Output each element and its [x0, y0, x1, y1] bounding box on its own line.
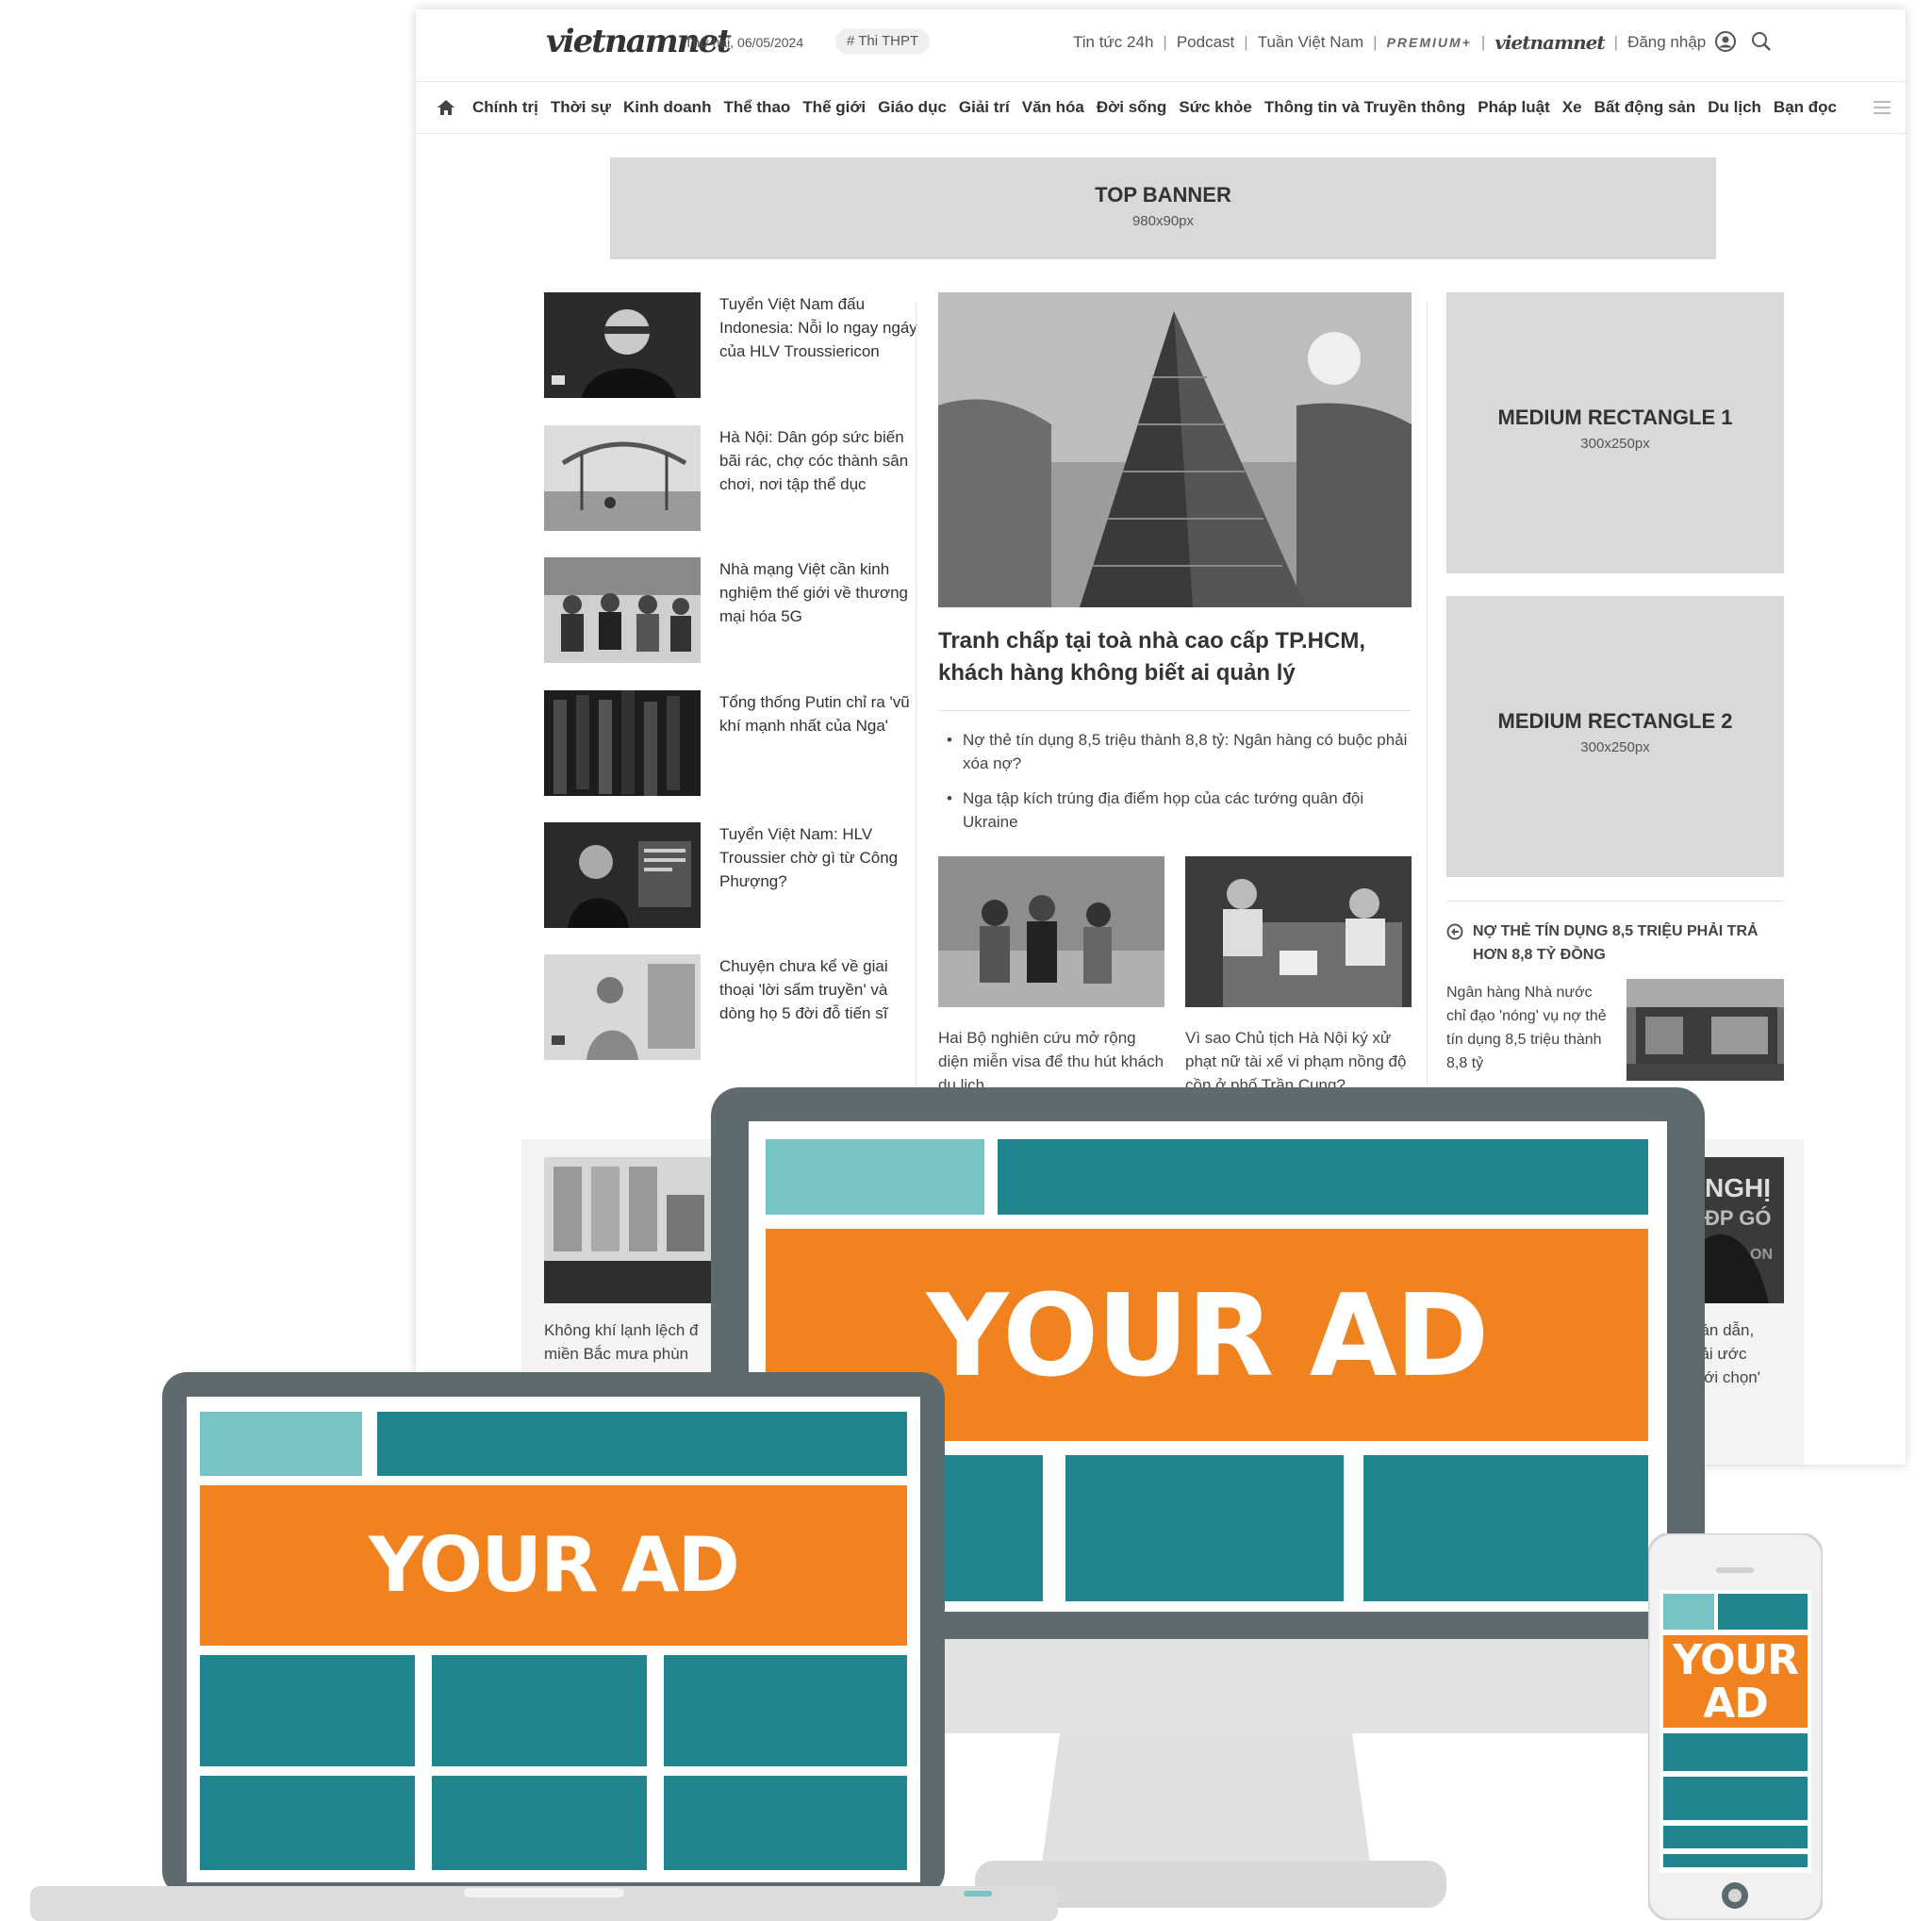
strip-image[interactable]: NGHỊ ĐP GÓ ON — [1693, 1157, 1784, 1303]
thumbnail-image — [544, 292, 701, 398]
nav-item[interactable]: Bạn đọc — [1774, 98, 1837, 117]
separator: | — [1373, 33, 1378, 51]
feature-image[interactable] — [938, 292, 1412, 607]
list-item-title: Chuyện chưa kể về giai thoại 'lời sấm tr… — [719, 957, 888, 1022]
list-item-title: Tổng thống Putin chỉ ra 'vũ khí mạnh nhấ… — [719, 693, 910, 735]
smartphone: YOUR AD — [1648, 1533, 1823, 1920]
nav-item[interactable]: Thế giới — [802, 98, 866, 117]
nav-item[interactable]: Giáo dục — [878, 98, 947, 117]
user-icon[interactable] — [1714, 30, 1737, 53]
medium-rectangle-2-placeholder: MEDIUM RECTANGLE 2 300x250px — [1446, 596, 1784, 877]
strip-title-line: giới chọn' — [1692, 1368, 1760, 1386]
nav-item[interactable]: Sức khỏe — [1179, 98, 1252, 117]
divider — [1446, 901, 1784, 902]
sub-article-title[interactable]: Hai Bộ nghiên cứu mở rộng diện miễn visa… — [938, 1026, 1164, 1088]
link-global-logo[interactable]: vietnamnet — [1494, 31, 1605, 54]
strip-image-text: ON — [1750, 1247, 1773, 1263]
medium-rectangle-1-placeholder: MEDIUM RECTANGLE 1 300x250px — [1446, 292, 1784, 573]
top-banner-placeholder: TOP BANNER 980x90px — [610, 157, 1716, 259]
link-podcast[interactable]: Podcast — [1177, 33, 1234, 52]
link-login[interactable]: Đăng nhập — [1627, 33, 1706, 52]
nav-item[interactable]: Kinh doanh — [623, 98, 711, 117]
thumbnail-image — [544, 425, 701, 531]
separator: | — [1613, 33, 1619, 51]
nav-item[interactable]: Du lịch — [1708, 98, 1761, 117]
nav-item[interactable]: Văn hóa — [1022, 98, 1084, 117]
strip-image-text: NGHỊ — [1705, 1173, 1771, 1202]
header-links: Tin tức 24h | Podcast | Tuần Việt Nam | … — [1073, 30, 1706, 55]
thumbnail-image — [544, 954, 701, 1060]
nav-item[interactable]: Giải trí — [959, 98, 1010, 117]
phone-ad-line: YOUR — [1672, 1636, 1799, 1684]
list-item-title: Nhà mạng Việt cần kinh nghiệm thế giới v… — [719, 560, 909, 625]
top-banner-title: TOP BANNER — [1095, 183, 1231, 207]
thumbnail-image — [544, 822, 701, 928]
thumbnail-image — [544, 557, 701, 663]
list-item-title: Tuyển Việt Nam đấu Indonesia: Nỗi lo nga… — [719, 295, 917, 360]
thumbnail-image — [544, 690, 701, 796]
strip-title-line: hải ước — [1692, 1345, 1747, 1363]
hamburger-icon[interactable] — [1874, 100, 1891, 115]
nav-item[interactable]: Thời sự — [551, 98, 611, 117]
top-banner-size: 980x90px — [1131, 213, 1195, 229]
nav-item[interactable]: Xe — [1562, 98, 1582, 117]
topic-headline[interactable]: NỢ THẺ TÍN DỤNG 8,5 TRIỆU PHẢI TRẢ HƠN 8… — [1446, 919, 1784, 967]
list-item[interactable]: Tuyển Việt Nam: HLV Troussier chờ gì từ … — [544, 822, 921, 928]
strip-title[interactable]: bán dẫn, hải ước giới chọn' — [1692, 1318, 1786, 1389]
search-icon[interactable] — [1750, 30, 1773, 53]
link-premium[interactable]: PREMIUM+ — [1387, 35, 1472, 50]
link-tin-tuc-24h[interactable]: Tin tức 24h — [1073, 33, 1153, 52]
feature-title[interactable]: Tranh chấp tại toà nhà cao cấp TP.HCM, k… — [938, 625, 1412, 689]
trending-tag[interactable]: # Thi THPT — [835, 28, 931, 55]
related-links: Nợ thẻ tín dụng 8,5 triệu thành 8,8 tỷ: … — [938, 728, 1412, 845]
strip-image[interactable] — [544, 1157, 714, 1303]
nav-item[interactable]: Bất động sản — [1594, 98, 1696, 117]
strip-image-text: ĐP GÓ — [1705, 1206, 1772, 1230]
nav-item[interactable]: Thông tin và Truyền thông — [1264, 98, 1465, 117]
home-icon[interactable] — [437, 98, 455, 117]
medium-rectangle-1-title: MEDIUM RECTANGLE 1 — [1497, 406, 1733, 429]
phone-ad-line: AD — [1703, 1680, 1769, 1728]
list-item[interactable]: Tổng thống Putin chỉ ra 'vũ khí mạnh nhấ… — [544, 690, 921, 796]
sub-article-title[interactable]: Vì sao Chủ tịch Hà Nội ký xử phạt nữ tài… — [1185, 1026, 1412, 1088]
phone-ad-label: YOUR AD — [1663, 1639, 1808, 1726]
topic-image[interactable] — [1627, 979, 1784, 1081]
separator: | — [1163, 33, 1167, 51]
medium-rectangle-2-title: MEDIUM RECTANGLE 2 — [1497, 709, 1733, 733]
list-item[interactable]: Hà Nội: Dân góp sức biến bãi rác, chợ có… — [544, 425, 921, 531]
main-nav: Chính trị Thời sự Kinh doanh Thể thao Th… — [416, 81, 1906, 134]
header-date: Thứ hai, 06/05/2024 — [685, 35, 804, 50]
column-divider — [1427, 302, 1428, 1094]
sub-article-image[interactable] — [1185, 856, 1412, 1007]
laptop-ad-label: YOUR AD — [369, 1521, 740, 1609]
sub-article-image[interactable] — [938, 856, 1164, 1007]
related-link[interactable]: Nga tập kích trúng địa điểm họp của các … — [938, 787, 1412, 834]
topic-summary[interactable]: Ngân hàng Nhà nước chỉ đạo 'nóng' vụ nợ … — [1446, 981, 1611, 1085]
list-item-title: Hà Nội: Dân góp sức biến bãi rác, chợ có… — [719, 428, 909, 493]
nav-item[interactable]: Đời sống — [1097, 98, 1166, 117]
separator: | — [1244, 33, 1248, 51]
laptop-frame — [30, 1372, 1058, 1921]
nav-item[interactable]: Pháp luật — [1478, 98, 1550, 117]
link-tuan-viet-nam[interactable]: Tuần Việt Nam — [1258, 33, 1363, 52]
list-item[interactable]: Chuyện chưa kể về giai thoại 'lời sấm tr… — [544, 954, 921, 1060]
nav-item[interactable]: Thể thao — [723, 98, 790, 117]
list-item[interactable]: Nhà mạng Việt cần kinh nghiệm thế giới v… — [544, 557, 921, 663]
list-item[interactable]: Tuyển Việt Nam đấu Indonesia: Nỗi lo nga… — [544, 292, 921, 398]
laptop: YOUR AD — [30, 1372, 1058, 1921]
strip-title[interactable]: Không khí lạnh lệch đ miền Bắc mưa phùn — [544, 1318, 733, 1366]
nav-item[interactable]: Chính trị — [472, 98, 538, 117]
strip-title-line: bán dẫn, — [1692, 1321, 1755, 1339]
strip-title-line: miền Bắc mưa phùn — [544, 1345, 689, 1363]
separator: | — [1480, 33, 1486, 51]
divider — [938, 710, 1412, 711]
medium-rectangle-2-size: 300x250px — [1580, 739, 1650, 755]
nav-list: Chính trị Thời sự Kinh doanh Thể thao Th… — [472, 82, 1849, 133]
medium-rectangle-1-size: 300x250px — [1580, 436, 1650, 452]
strip-title-line: Không khí lạnh lệch đ — [544, 1321, 699, 1339]
related-link[interactable]: Nợ thẻ tín dụng 8,5 triệu thành 8,8 tỷ: … — [938, 728, 1412, 775]
list-item-title: Tuyển Việt Nam: HLV Troussier chờ gì từ … — [719, 825, 899, 890]
